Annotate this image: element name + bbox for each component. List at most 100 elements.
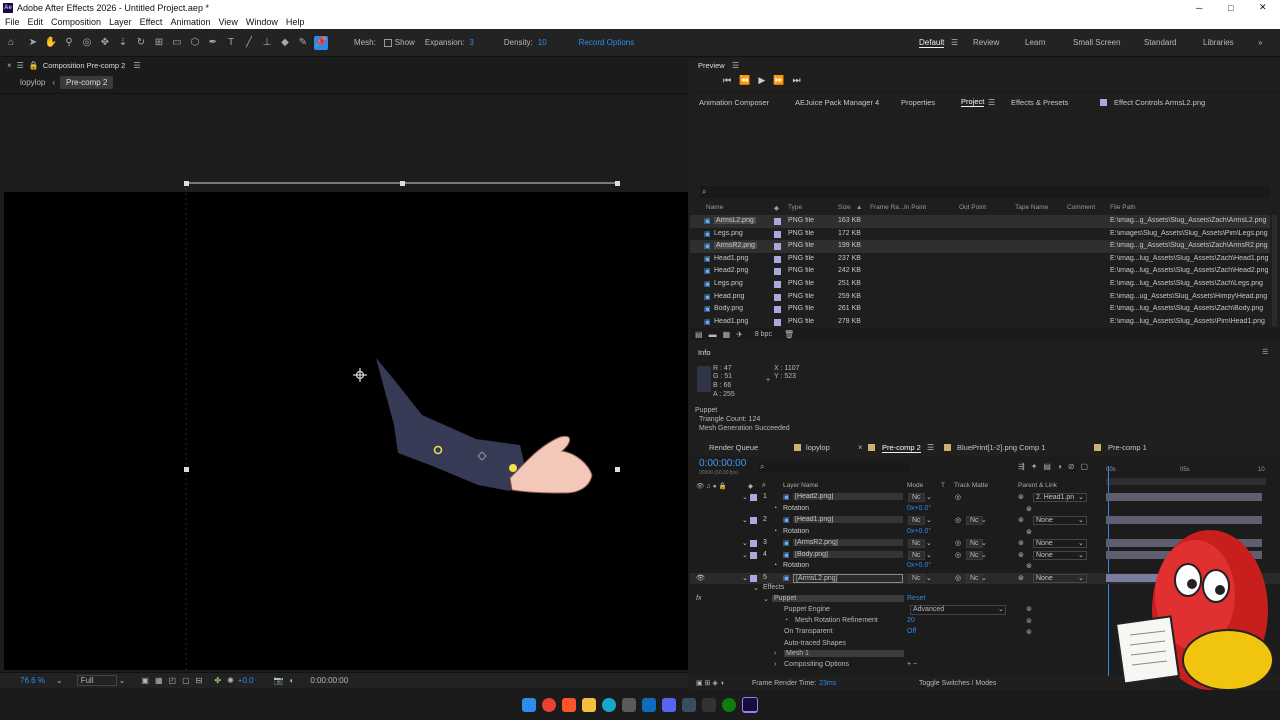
project-row[interactable]: ▣ ArmsR2.png PNG file 199 KB E:\imag...g_Ass… <box>690 240 1270 253</box>
mode-select[interactable]: Nc <box>908 516 925 525</box>
panel-menu-icon[interactable]: ☰ <box>988 98 995 107</box>
shy-icon[interactable]: ✦ <box>1031 462 1038 471</box>
layer-name[interactable]: [ArmsR2.png] <box>793 539 903 546</box>
auto-traced-label[interactable]: Auto-traced Shapes <box>784 640 846 647</box>
panel-menu-icon[interactable]: ☰ <box>1262 348 1268 356</box>
layer-handle[interactable] <box>184 181 189 186</box>
discord-icon[interactable] <box>662 698 676 712</box>
puppet-layer-overlay[interactable] <box>0 95 688 670</box>
chevron-down-icon[interactable]: ⌄ <box>926 551 932 559</box>
layer-switch-icons[interactable]: ▣ ⊞ ◈ ◑ <box>696 679 724 687</box>
col-out-point[interactable]: Out Point <box>959 204 986 211</box>
tab-pre-comp-2[interactable]: Pre-comp 2 <box>882 443 921 453</box>
col-in-point[interactable]: In Point <box>904 204 926 211</box>
pick-whip-icon[interactable]: ⊚ <box>1018 574 1024 582</box>
chevron-right-icon[interactable]: › <box>774 661 776 668</box>
track-matte-icon[interactable]: ◎ <box>955 539 961 547</box>
col-size[interactable]: Size <box>838 204 851 211</box>
col-comment[interactable]: Comment <box>1067 204 1095 211</box>
label-swatch[interactable] <box>750 574 757 582</box>
chevron-down-icon[interactable]: ⌄ <box>926 493 932 501</box>
puppet-pin[interactable] <box>509 464 517 472</box>
comp-flowchart-icon[interactable]: ⇶ <box>1018 462 1025 471</box>
after-effects-icon[interactable] <box>742 697 758 713</box>
tab-project[interactable]: Project <box>961 97 985 107</box>
track-matte-icon[interactable]: ◎ <box>955 574 961 582</box>
mode-select[interactable]: Nc <box>908 493 925 502</box>
project-row[interactable]: ▣ ArmsL2.png PNG file 163 KB E:\imag...g_Ass… <box>690 215 1270 228</box>
puppet-engine-select[interactable]: Advanced <box>910 605 1006 615</box>
stopwatch-icon[interactable]: ◔ <box>784 617 788 624</box>
label-swatch[interactable] <box>774 218 781 225</box>
density-value[interactable]: 10 <box>538 38 547 47</box>
composition-panel-title[interactable]: Composition Pre-comp 2 <box>43 61 126 70</box>
steam-icon[interactable] <box>682 698 696 712</box>
label-swatch[interactable] <box>750 517 757 524</box>
hand-tool-icon[interactable]: ✋ <box>44 36 58 50</box>
workspace-standard[interactable]: Standard <box>1144 38 1176 47</box>
eraser-tool-icon[interactable]: ◆ <box>278 36 292 50</box>
bpc-toggle[interactable]: 8 bpc <box>755 331 772 338</box>
anchor-point-icon[interactable] <box>353 368 367 382</box>
chevron-down-icon[interactable]: ⌄ <box>1078 574 1084 582</box>
orbit-tool-icon[interactable]: ◎ <box>80 36 94 50</box>
label-swatch[interactable] <box>774 230 781 238</box>
link-icon[interactable]: ⊚ <box>1026 562 1032 570</box>
chevron-down-icon[interactable]: ⌄ <box>742 516 748 524</box>
chrome-icon[interactable] <box>542 698 556 712</box>
snapshot-icon[interactable]: 📷 <box>274 676 284 685</box>
motion-blur-icon[interactable]: ◑ <box>1057 462 1062 471</box>
dolly-tool-icon[interactable]: ⇣ <box>116 36 130 50</box>
av-features-icon[interactable]: 👁 ♫ ● 🔒 <box>696 482 727 490</box>
interpret-footage-icon[interactable]: ▤ <box>695 330 703 339</box>
mode-select[interactable]: Nc <box>908 539 925 548</box>
show-snapshot-icon[interactable]: ◐ <box>290 676 295 685</box>
tab-pre-comp-1[interactable]: Pre-comp 1 <box>1108 443 1147 452</box>
workspace-menu-icon[interactable]: ☰ <box>951 38 958 47</box>
brush-tool-icon[interactable]: ╱ <box>242 36 256 50</box>
rotate-tool-icon[interactable]: ↻ <box>134 36 148 50</box>
windows-start-icon[interactable] <box>522 698 536 712</box>
rotation-value[interactable]: 0x+0.0° <box>907 505 931 512</box>
maximize-button[interactable]: □ <box>1228 3 1233 13</box>
label-swatch[interactable] <box>774 293 781 301</box>
workspace-review[interactable]: Review <box>973 38 999 47</box>
cube-tool-icon[interactable]: ⬡ <box>188 36 202 50</box>
layer-name-header[interactable]: Layer Name <box>783 482 818 489</box>
workspace-libraries[interactable]: Libraries <box>1203 38 1234 47</box>
chevron-down-icon[interactable]: ⌄ <box>981 516 987 524</box>
home-icon[interactable]: ⌂ <box>4 36 18 50</box>
layer-handle[interactable] <box>400 181 405 186</box>
anchor-tool-icon[interactable]: ⊞ <box>152 36 166 50</box>
puppet-effect[interactable]: Puppet <box>772 595 904 602</box>
mesh-rot-value[interactable]: 20 <box>907 617 915 624</box>
transparency-grid-icon[interactable]: ▦ <box>155 676 163 685</box>
minimize-button[interactable]: ─ <box>1196 3 1202 13</box>
tab-lopylop[interactable]: lopylop <box>806 443 830 452</box>
project-row[interactable]: ▣ Head1.png PNG file 237 KB E:\imag...lug_As… <box>690 253 1270 266</box>
new-comp-icon[interactable]: ▦ <box>723 330 731 339</box>
track-matte-icon[interactable]: ◎ <box>955 493 961 501</box>
region-of-interest-icon[interactable]: ▣ <box>141 676 149 685</box>
layer-handle[interactable] <box>184 467 189 472</box>
tab-effects-presets[interactable]: Effects & Presets <box>1011 98 1068 107</box>
mode-header[interactable]: Mode <box>907 482 923 489</box>
rotation-value[interactable]: 0x+0.0° <box>907 562 931 569</box>
menu-view[interactable]: View <box>218 17 237 27</box>
show-mesh-checkbox[interactable] <box>383 38 392 47</box>
label-swatch[interactable] <box>774 255 781 263</box>
tab-blueprint-comp[interactable]: BluePrint[1-2].png Comp 1 <box>957 443 1045 452</box>
panel-menu-icon[interactable]: ☰ <box>17 61 24 70</box>
track-matte-header[interactable]: Track Matte <box>954 482 988 489</box>
pan-tool-icon[interactable]: ✥ <box>98 36 112 50</box>
guides-icon[interactable]: ⊟ <box>196 676 203 685</box>
stopwatch-icon[interactable]: ◔ <box>773 562 777 569</box>
composition-viewer[interactable] <box>0 95 688 670</box>
stopwatch-icon[interactable]: ◔ <box>773 505 777 512</box>
menu-composition[interactable]: Composition <box>51 17 101 27</box>
rotation-value[interactable]: 0x+0.0° <box>907 528 931 535</box>
chevron-down-icon[interactable]: ⌄ <box>742 539 748 547</box>
zoom-level[interactable]: 76.6 % <box>20 676 50 685</box>
col-name[interactable]: Name <box>706 204 723 211</box>
tab-effect-controls[interactable]: Effect Controls ArmsL2.png <box>1114 98 1205 107</box>
